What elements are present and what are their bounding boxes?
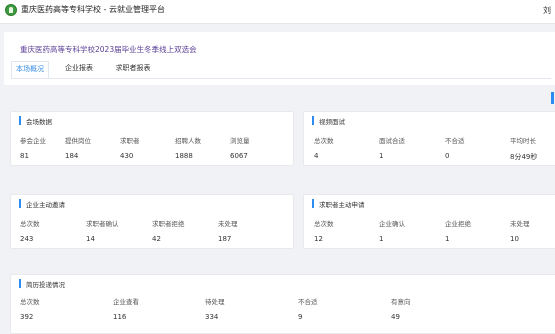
stat-value: 334: [205, 313, 219, 321]
resume-delivery-card: 简历投递情况 总次数 392 企业查看 116 待处理 334 不合适 9 有意…: [10, 274, 555, 334]
user-name[interactable]: 刘: [543, 5, 551, 16]
stat-value: 116: [113, 313, 127, 321]
stat-label: 总次数: [314, 220, 334, 228]
tabs-divider: [11, 78, 551, 79]
company-invites-title: 企业主动邀请: [19, 199, 65, 209]
stat-value: 430: [120, 152, 134, 160]
venue-data-card: 会场数据 参会企业 81 提供岗位 184 求职者 430 招聘人数 1888 …: [10, 111, 294, 166]
stat-value: 184: [65, 152, 79, 160]
applicant-requests-card: 求职者主动申请 总次数 12 企业确认 1 企业拒绝 1 未处理 10: [303, 194, 555, 249]
applicant-requests-title: 求职者主动申请: [312, 199, 365, 209]
tab-company-report[interactable]: 企业报表: [58, 61, 100, 79]
stat-label: 企业确认: [379, 220, 405, 228]
stat-value: 1: [379, 235, 384, 243]
stat-value: 392: [20, 313, 34, 321]
tab-applicant-report[interactable]: 求职者报表: [107, 61, 159, 79]
stat-label: 总次数: [20, 220, 40, 228]
stat-value: 10: [510, 235, 519, 243]
stat-label: 未处理: [510, 220, 530, 228]
fair-title: 重庆医药高等专科学校2023届毕业生冬季线上双选会: [20, 45, 197, 54]
stat-value: 0: [445, 152, 450, 160]
stat-label: 求职者: [120, 137, 140, 145]
stat-label: 提供岗位: [65, 137, 91, 145]
stat-value: 81: [20, 152, 29, 160]
venue-data-title: 会场数据: [19, 116, 52, 126]
stat-label: 不合适: [445, 137, 465, 145]
stat-label: 企业拒绝: [445, 220, 471, 228]
top-bar: 重庆医药高等专科学校 - 云就业管理平台 刘: [0, 0, 555, 24]
video-interview-title: 视频面试: [312, 116, 345, 126]
stat-label: 面试合适: [379, 137, 405, 145]
stat-value: 12: [314, 235, 323, 243]
app-title: 重庆医药高等专科学校 - 云就业管理平台: [21, 5, 165, 14]
stat-label: 不合适: [298, 298, 318, 306]
stat-value: 1888: [175, 152, 193, 160]
tab-overview[interactable]: 本场概况: [11, 61, 49, 79]
stat-label: 总次数: [20, 298, 40, 306]
stat-value: 14: [86, 235, 95, 243]
stat-label: 平均时长: [510, 137, 536, 145]
stat-label: 待处理: [205, 298, 225, 306]
stat-label: 招聘人数: [175, 137, 201, 145]
stat-value: 8分49秒: [510, 153, 538, 161]
stat-value: 243: [20, 235, 34, 243]
company-invites-card: 企业主动邀请 总次数 243 求职者确认 14 求职者拒绝 42 未处理 187: [10, 194, 294, 249]
stat-label: 参会企业: [20, 137, 46, 145]
stat-value: 6067: [230, 152, 248, 160]
side-accent-bar: [551, 92, 554, 104]
stat-label: 有意向: [391, 298, 411, 306]
resume-delivery-title: 简历投递情况: [19, 279, 65, 289]
video-interview-card: 视频面试 总次数 4 面试合适 1 不合适 0 平均时长 8分49秒: [303, 111, 555, 166]
stat-label: 未处理: [218, 220, 238, 228]
stat-label: 求职者确认: [86, 220, 119, 228]
stat-value: 187: [218, 235, 232, 243]
stat-value: 1: [379, 152, 384, 160]
stat-value: 49: [391, 313, 400, 321]
school-logo-icon[interactable]: [5, 4, 17, 16]
stat-label: 总次数: [314, 137, 334, 145]
stat-value: 9: [298, 313, 303, 321]
stat-label: 浏览量: [230, 137, 250, 145]
fair-header-panel: 重庆医药高等专科学校2023届毕业生冬季线上双选会 本场概况 企业报表 求职者报…: [4, 32, 555, 85]
stat-label: 求职者拒绝: [152, 220, 185, 228]
stat-value: 42: [152, 235, 161, 243]
stat-value: 1: [445, 235, 450, 243]
stat-value: 4: [314, 152, 319, 160]
stat-label: 企业查看: [113, 298, 139, 306]
